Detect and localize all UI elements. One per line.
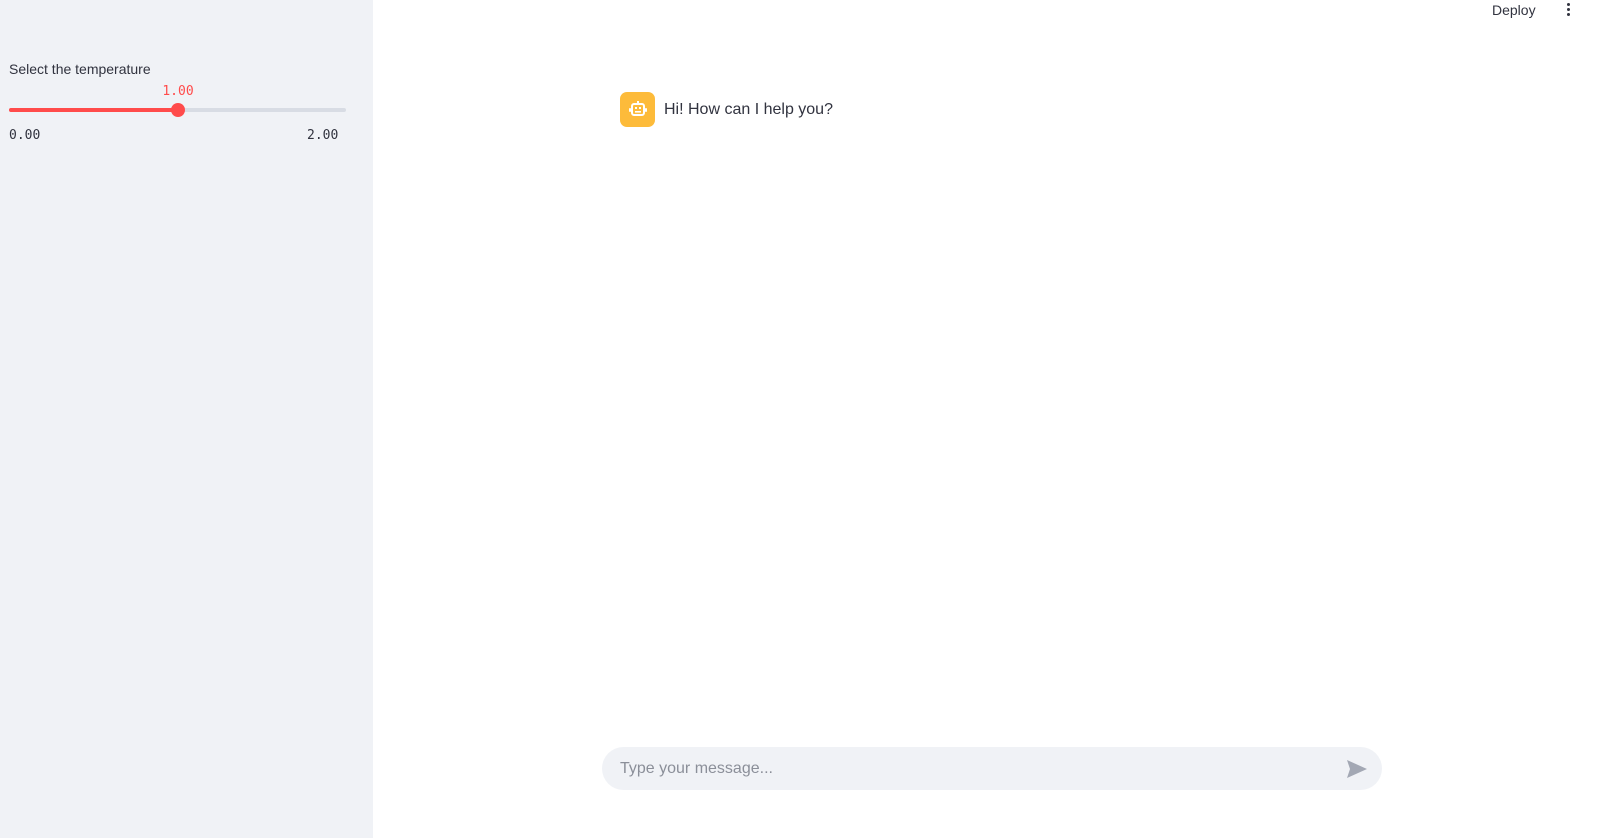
chat-input-container bbox=[602, 747, 1382, 790]
temperature-slider-value: 1.00 bbox=[162, 84, 194, 99]
temperature-slider-max: 2.00 bbox=[307, 128, 339, 143]
temperature-slider-fill bbox=[9, 108, 178, 112]
chat-message-assistant: Hi! How can I help you? bbox=[620, 92, 833, 127]
app-root: Select the temperature 1.00 0.00 2.00 De… bbox=[0, 0, 1600, 838]
deploy-button[interactable]: Deploy bbox=[1488, 0, 1540, 20]
temperature-slider-thumb[interactable] bbox=[170, 103, 185, 117]
temperature-slider-min: 0.00 bbox=[9, 128, 41, 143]
send-button[interactable] bbox=[1345, 757, 1369, 781]
temperature-slider-track[interactable] bbox=[9, 103, 346, 117]
sidebar: Select the temperature 1.00 0.00 2.00 bbox=[0, 0, 373, 838]
robot-icon bbox=[620, 92, 655, 127]
send-icon bbox=[1347, 760, 1367, 778]
chat-message-text: Hi! How can I help you? bbox=[664, 100, 833, 118]
temperature-slider-label: Select the temperature bbox=[9, 61, 151, 77]
more-vertical-icon[interactable] bbox=[1560, 0, 1576, 18]
chat-input[interactable] bbox=[620, 747, 1320, 790]
